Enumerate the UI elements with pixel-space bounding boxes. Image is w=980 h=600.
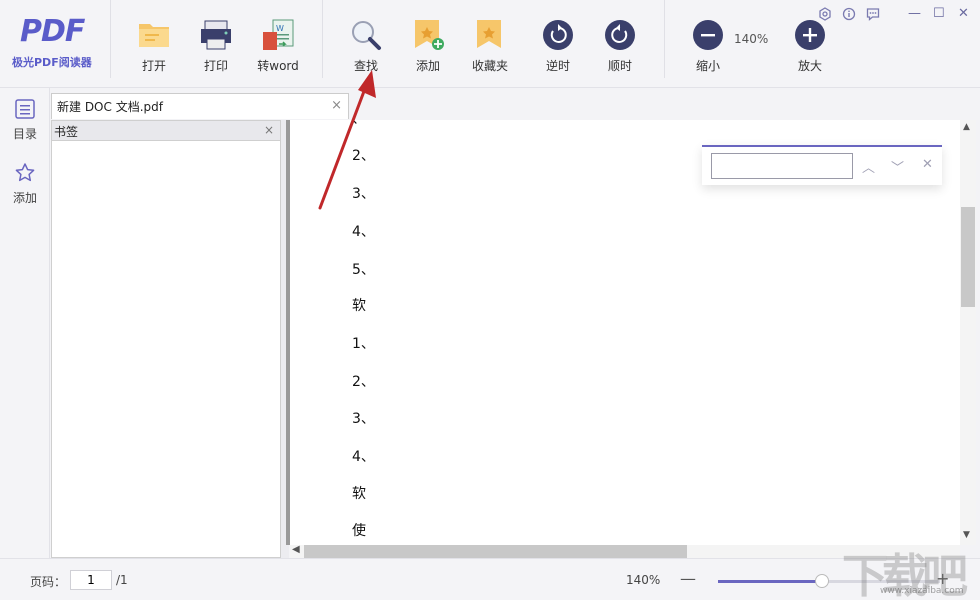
find-prev-button[interactable]: ︿ [862, 157, 875, 176]
zoom-slider-fill [718, 580, 823, 583]
document-line: 软 [352, 298, 366, 314]
document-line: 5、 [352, 262, 375, 278]
find-close-button[interactable]: ✕ [922, 157, 933, 172]
left-rail: 目录 添加 [0, 88, 50, 558]
settings-icon[interactable] [818, 7, 832, 25]
status-zoom-out-button[interactable]: — [680, 569, 696, 588]
document-tab[interactable]: 新建 DOC 文档.pdf × [51, 93, 349, 119]
toolbar-separator [110, 0, 111, 78]
document-line: 4、 [352, 449, 375, 465]
svg-text:W: W [276, 24, 284, 33]
info-icon[interactable] [842, 7, 856, 25]
rotate-ccw-label: 逆时 [545, 59, 570, 73]
page-total: /1 [116, 573, 128, 587]
minus-circle-icon [693, 20, 723, 50]
document-line: 1、 [352, 336, 375, 352]
favorites-label: 收藏夹 [471, 59, 508, 73]
vertical-scroll-thumb[interactable] [961, 207, 975, 307]
document-line: 2、 [352, 374, 375, 390]
scroll-up-icon[interactable]: ▲ [963, 122, 970, 132]
document-tab-title: 新建 DOC 文档.pdf [57, 100, 163, 114]
document-line: 3、 [352, 411, 375, 427]
bookmark-panel-title: 书签 [54, 125, 79, 139]
star-bookmark-icon [473, 18, 507, 52]
printer-icon [199, 18, 233, 52]
find-input[interactable] [711, 153, 853, 179]
vertical-scrollbar[interactable]: ▲ ▼ [960, 120, 976, 545]
logo-text: 极光PDF阅读器 [12, 56, 92, 69]
document-line: 软 [352, 486, 366, 502]
minimize-button[interactable]: — [908, 6, 921, 21]
zoom-in-button[interactable]: 放大 [780, 18, 840, 74]
toolbar-zoom-level: 140% [734, 32, 769, 46]
open-button[interactable]: 打开 [124, 18, 184, 74]
rotate-right-icon [605, 20, 635, 50]
add-bookmark-button[interactable]: 添加 [398, 18, 458, 74]
word-convert-icon: W [261, 18, 295, 52]
print-label: 打印 [203, 59, 228, 73]
list-icon [15, 99, 35, 119]
rotate-cw-label: 顺时 [607, 59, 632, 73]
watermark-url: www.xiazaiba.com [880, 586, 964, 596]
rotate-left-icon [543, 20, 573, 50]
close-window-button[interactable]: ✕ [958, 6, 969, 21]
toolbar-separator [664, 0, 665, 78]
scroll-left-icon[interactable]: ◀ [292, 544, 300, 555]
status-zoom-level: 140% [626, 573, 661, 587]
folder-icon [137, 18, 171, 52]
to-word-label: 转word [257, 59, 299, 73]
watermark: 下载吧 www.xiazaiba.com [842, 540, 980, 600]
horizontal-scroll-thumb[interactable] [304, 545, 687, 558]
toolbar: PDF 极光PDF阅读器 打开 打印 W 转word 查找 添加 收藏夹 逆时 … [0, 0, 980, 88]
rail-label-toc: 目录 [12, 127, 37, 141]
bookmark-panel: 书签 × [51, 120, 281, 558]
red-arrow-annotation [318, 70, 376, 210]
find-button[interactable]: 查找 [336, 18, 396, 74]
status-bar: 页码： /1 140% — + [0, 558, 980, 600]
app-logo: PDF 极光PDF阅读器 [8, 14, 104, 74]
magnifier-icon [349, 18, 383, 52]
page-number-input[interactable] [70, 570, 112, 590]
toolbar-separator [322, 0, 323, 78]
feedback-icon[interactable] [866, 7, 880, 25]
maximize-button[interactable]: ☐ [933, 6, 945, 21]
rotate-cw-button[interactable]: 顺时 [590, 18, 650, 74]
logo-mark: PDF [20, 14, 85, 49]
zoom-out-label: 缩小 [695, 59, 720, 73]
bookmark-panel-header: 书签 × [52, 121, 280, 141]
favorites-button[interactable]: 收藏夹 [460, 18, 520, 74]
rail-item-toc[interactable]: 目录 [0, 98, 50, 142]
rotate-ccw-button[interactable]: 逆时 [528, 18, 588, 74]
print-button[interactable]: 打印 [186, 18, 246, 74]
find-next-button[interactable]: ﹀ [891, 157, 904, 176]
add-label: 添加 [415, 59, 440, 73]
zoom-out-button[interactable]: 缩小 [678, 18, 738, 74]
to-word-button[interactable]: W 转word [248, 18, 308, 74]
bookmark-panel-close-icon[interactable]: × [264, 123, 274, 137]
find-box: ︿ ﹀ ✕ [702, 145, 942, 185]
page-label: 页码： [30, 575, 67, 589]
rail-item-add[interactable]: 添加 [0, 162, 50, 206]
open-label: 打开 [141, 59, 166, 73]
document-line: 4、 [352, 224, 375, 240]
star-icon [15, 163, 35, 182]
rail-label-add: 添加 [12, 191, 37, 205]
document-line: 使 [352, 523, 366, 539]
zoom-slider-knob[interactable] [815, 574, 830, 588]
scroll-down-icon[interactable]: ▼ [963, 530, 970, 540]
star-bookmark-add-icon [411, 18, 445, 52]
zoom-in-label: 放大 [797, 59, 822, 73]
